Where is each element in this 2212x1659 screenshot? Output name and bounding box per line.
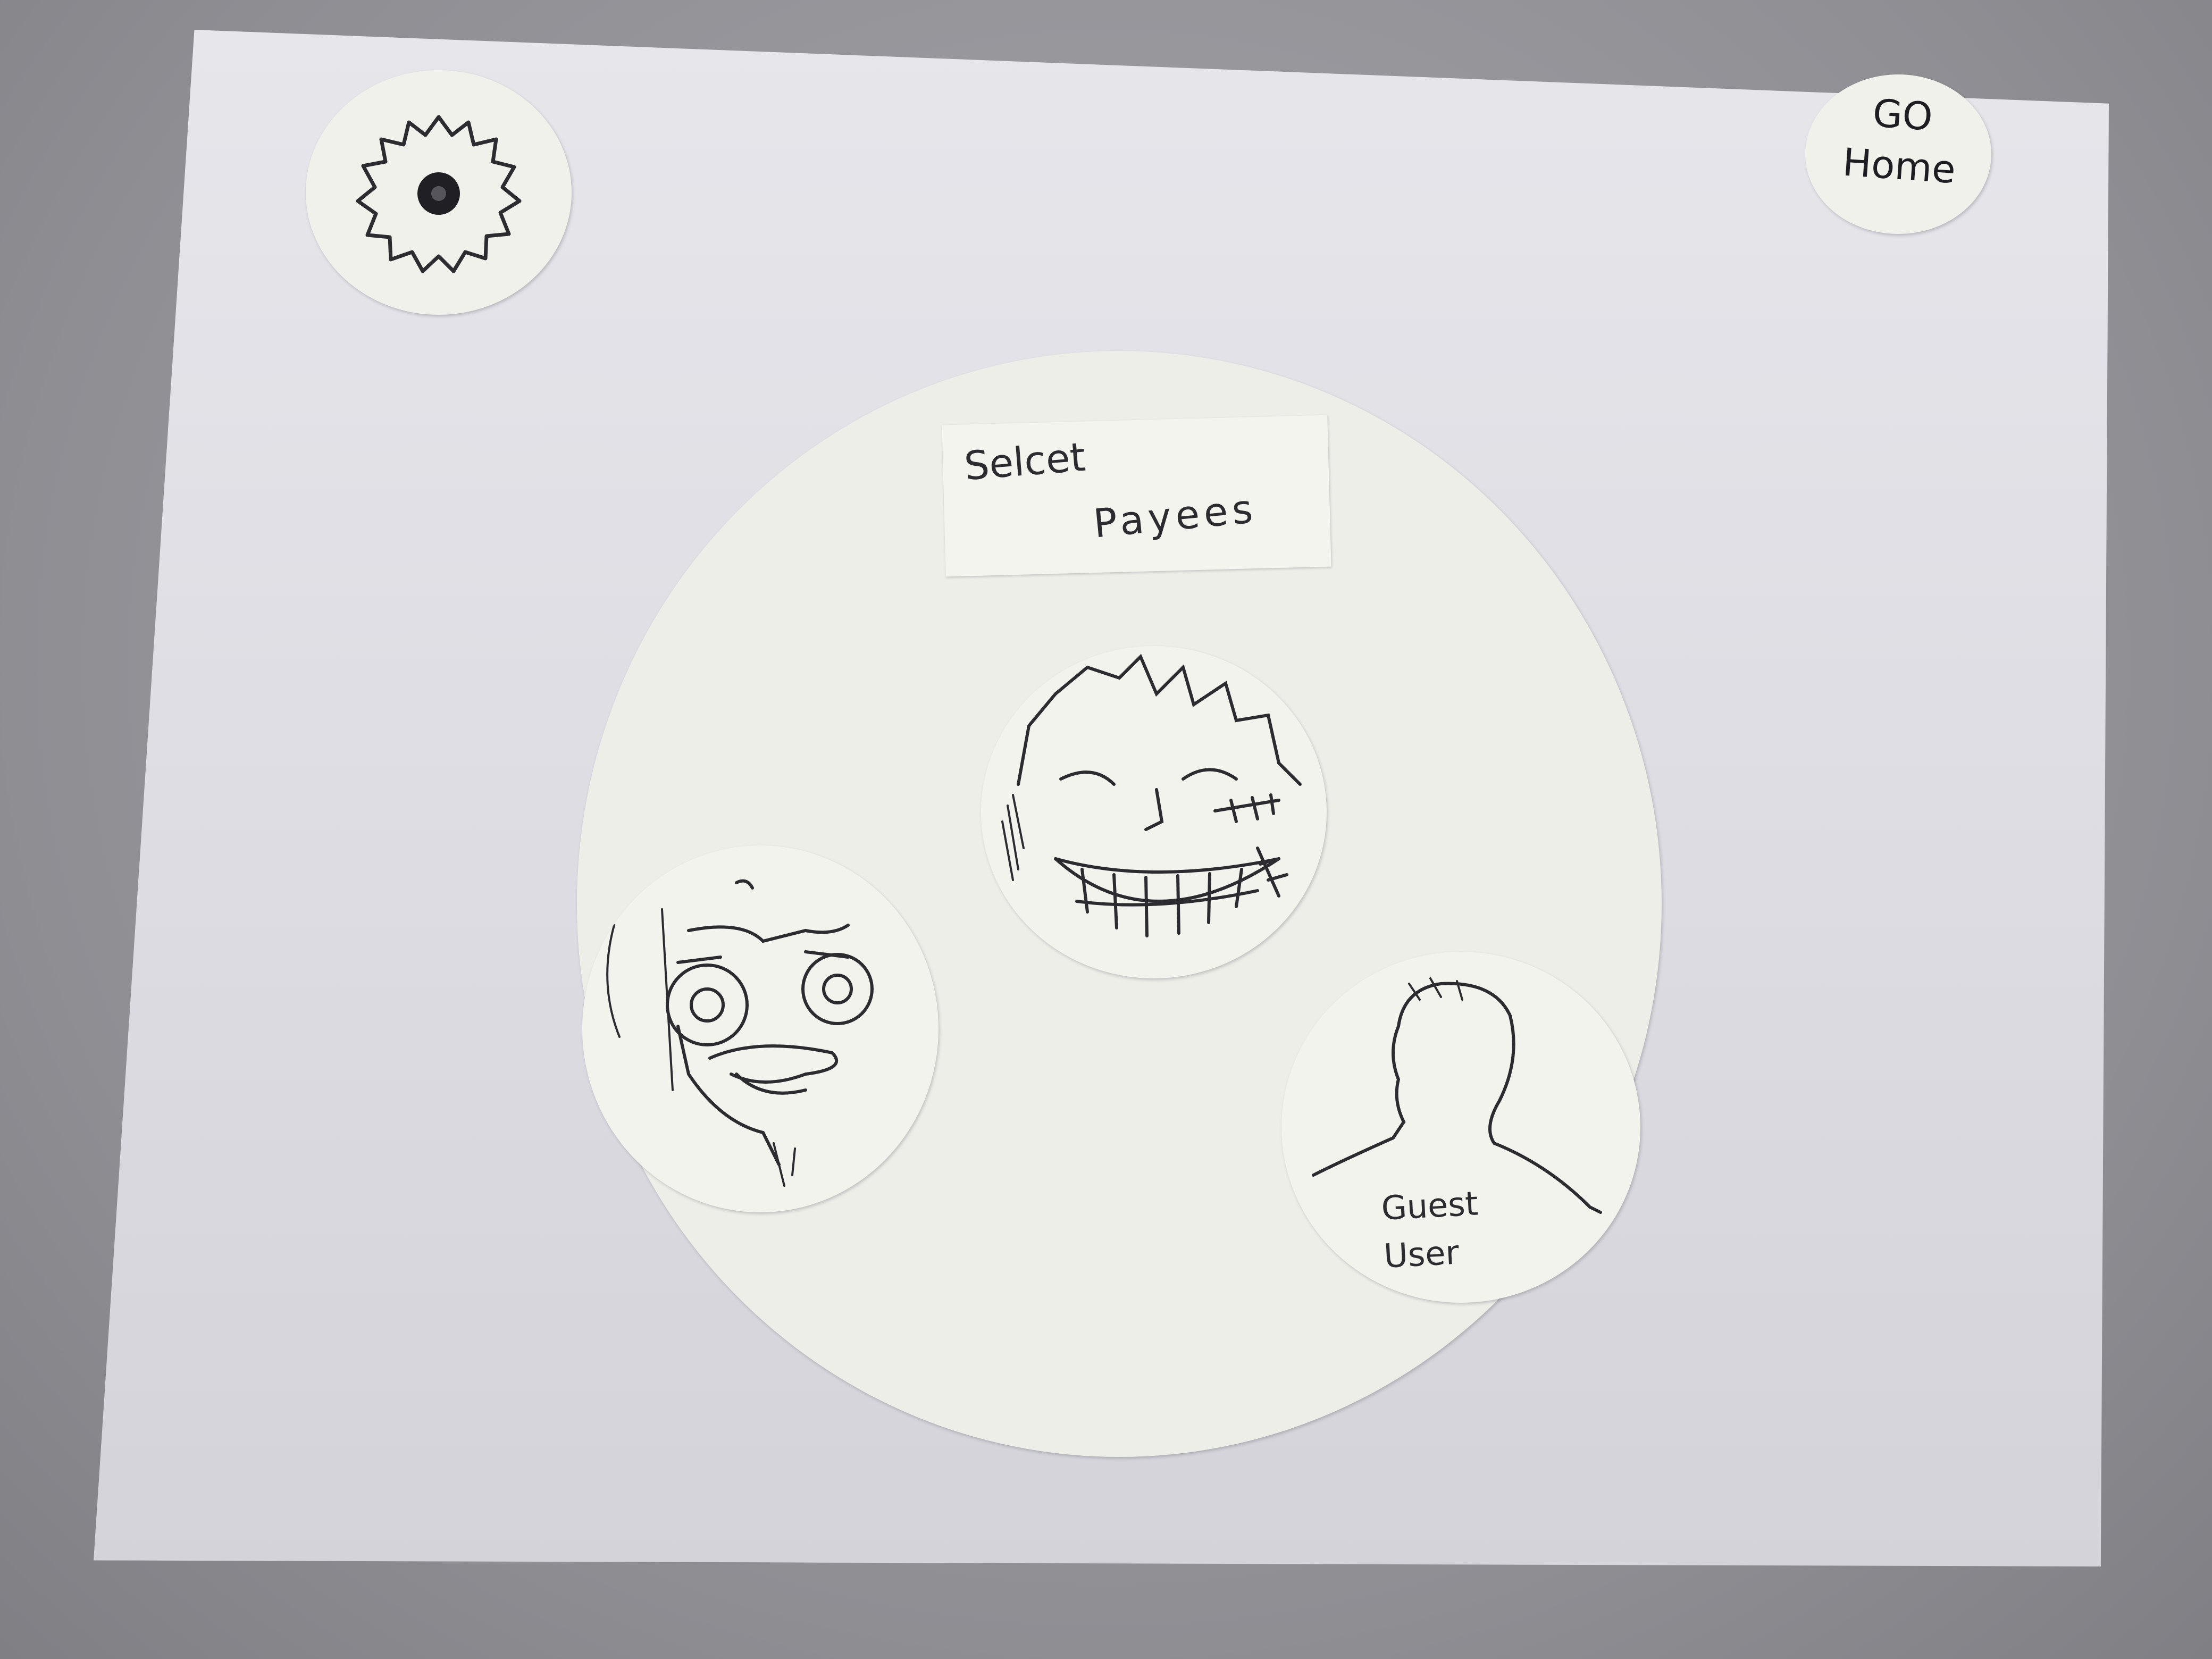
- smiling-avatar-icon: [1001, 653, 1302, 937]
- go-home-label-line2: Home: [1841, 139, 1957, 192]
- payee-avatar-guest[interactable]: Guest User: [1281, 952, 1640, 1303]
- guest-user-label: Guest User: [1380, 1176, 1544, 1280]
- page-title: Selcet Payees: [942, 415, 1331, 577]
- surprised-avatar-icon: [606, 879, 874, 1187]
- guest-user-label-line1: Guest: [1380, 1184, 1479, 1228]
- page-title-line1: Selcet: [962, 434, 1087, 490]
- go-home-button[interactable]: GO Home: [1805, 74, 1991, 234]
- gear-icon: [356, 115, 522, 273]
- page-title-line2: Payees: [1091, 485, 1259, 547]
- payee-avatar-smiling[interactable]: [981, 646, 1327, 978]
- settings-button[interactable]: [306, 70, 572, 315]
- payee-avatar-surprised[interactable]: [582, 845, 939, 1212]
- go-home-label: GO Home: [1823, 84, 1979, 196]
- guest-user-label-line2: User: [1382, 1233, 1460, 1276]
